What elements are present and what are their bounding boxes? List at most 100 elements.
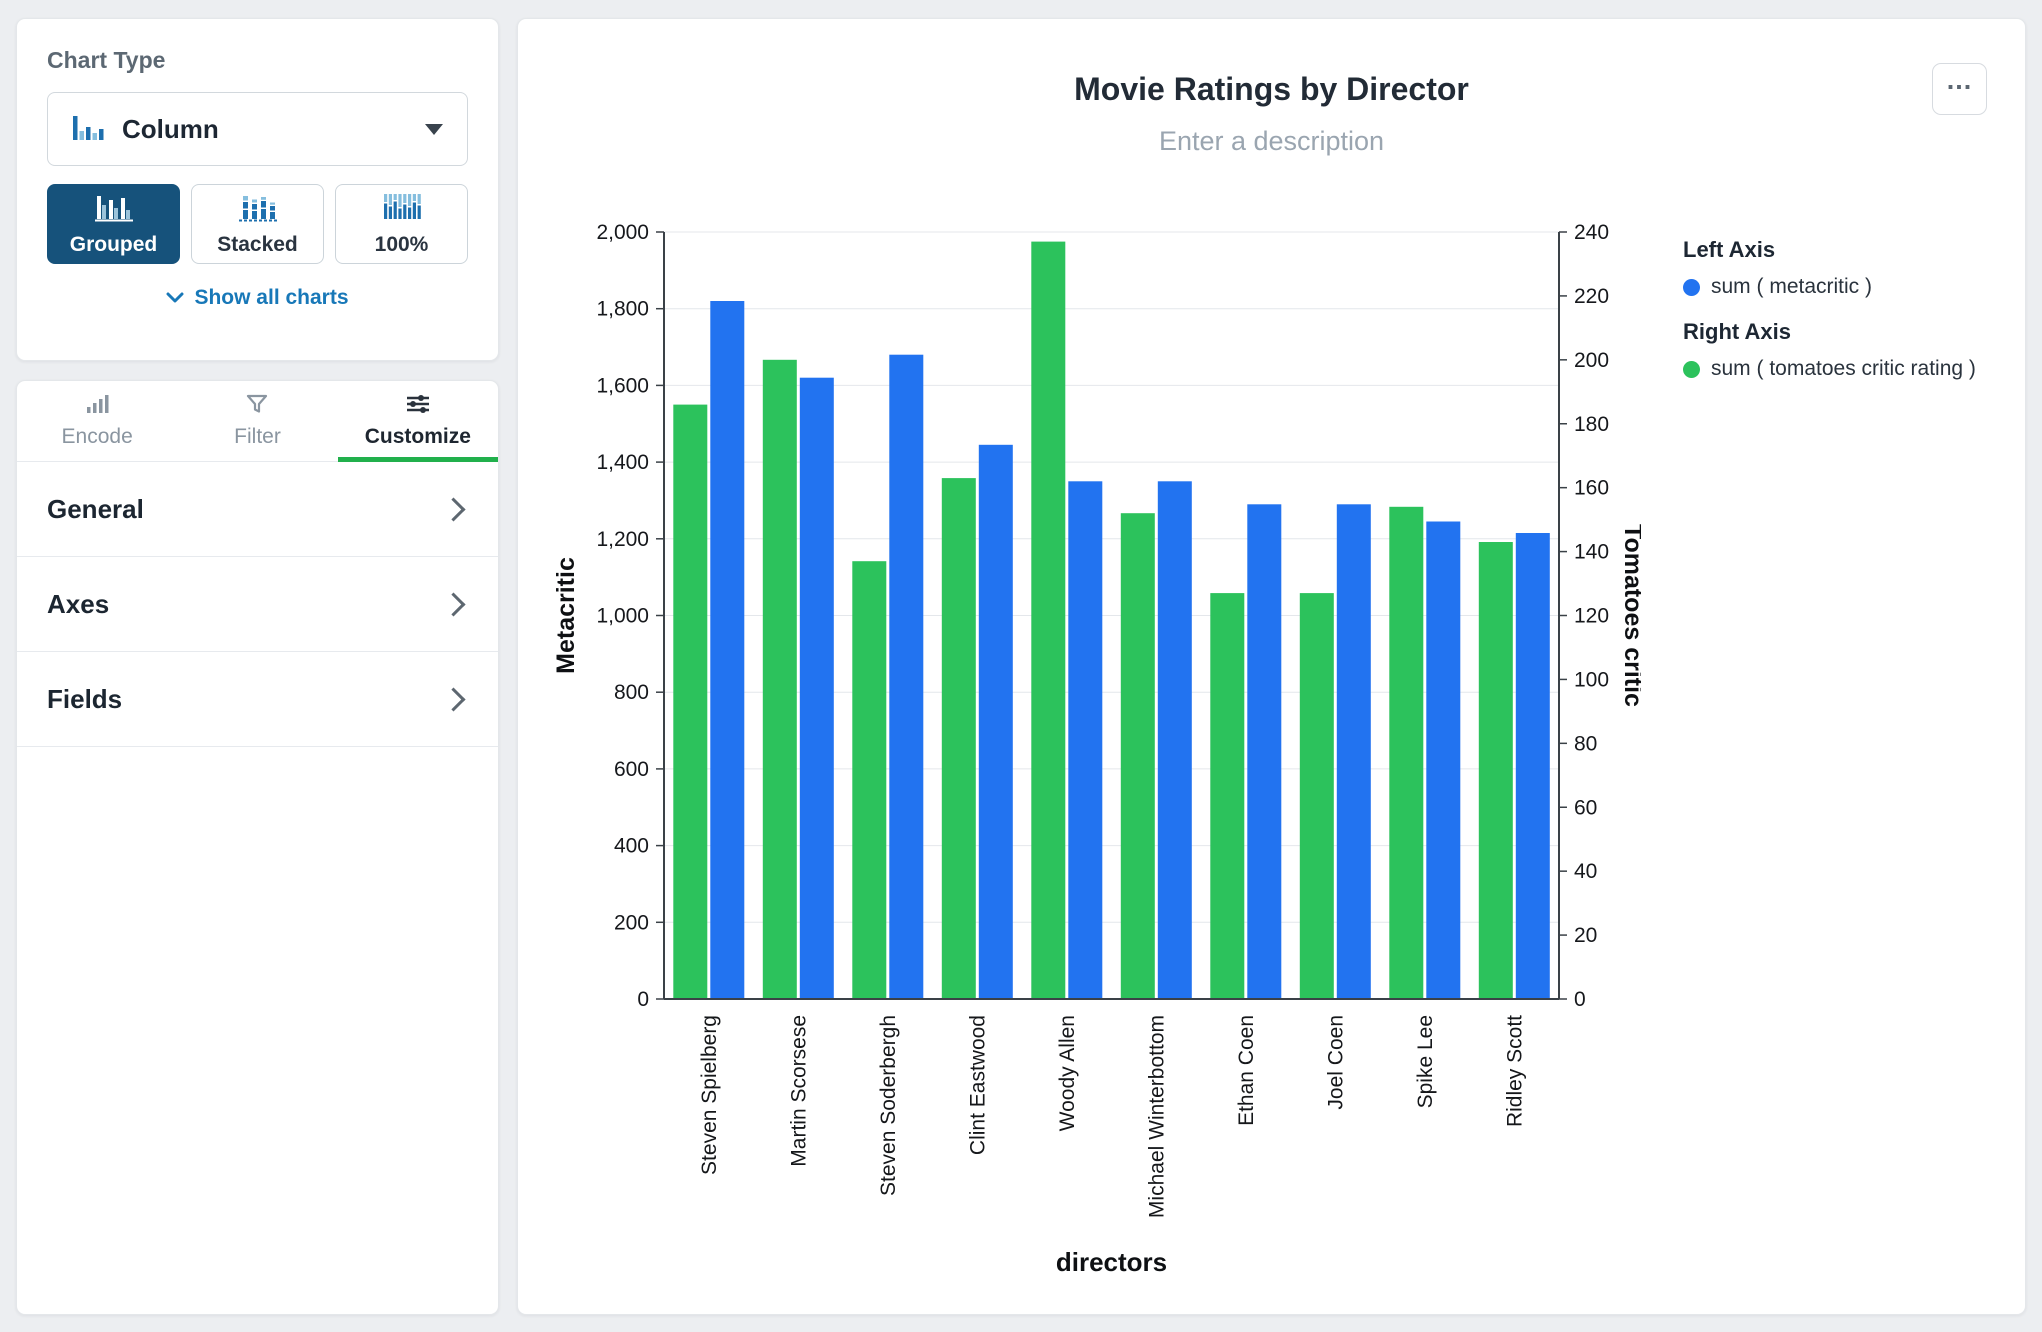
bar-right[interactable] xyxy=(941,478,976,1000)
tab-customize[interactable]: Customize xyxy=(337,381,499,462)
tab-filter-label: Filter xyxy=(234,424,281,448)
svg-text:220: 220 xyxy=(1574,285,1609,308)
svg-text:Martin Scorsese: Martin Scorsese xyxy=(787,1015,810,1167)
stacked-bars-icon xyxy=(238,192,277,228)
bar-left[interactable] xyxy=(1068,481,1103,999)
bar-right[interactable] xyxy=(1210,593,1245,999)
chart-type-value: Column xyxy=(122,113,219,144)
svg-text:80: 80 xyxy=(1574,732,1597,755)
bar-left[interactable] xyxy=(799,377,834,999)
svg-text:800: 800 xyxy=(614,681,649,704)
chevron-right-icon xyxy=(441,496,466,522)
legend-item-metacritic: sum ( metacritic ) xyxy=(1683,275,2018,299)
chart-menu-button[interactable]: ... xyxy=(1932,63,1987,115)
bar-right[interactable] xyxy=(1120,513,1155,999)
svg-text:Ridley Scott: Ridley Scott xyxy=(1503,1015,1526,1127)
svg-text:60: 60 xyxy=(1574,796,1597,819)
subtype-100-button[interactable]: 100% xyxy=(335,184,468,264)
subtype-stacked-label: Stacked xyxy=(217,232,298,256)
svg-text:Michael Winterbottom: Michael Winterbottom xyxy=(1145,1015,1168,1218)
chart-panel: Movie Ratings by Director Enter a descri… xyxy=(517,18,2026,1315)
chart-type-dropdown[interactable]: Column xyxy=(47,92,468,166)
svg-text:160: 160 xyxy=(1574,477,1609,500)
sliders-icon xyxy=(406,394,430,420)
svg-text:Steven Spielberg: Steven Spielberg xyxy=(698,1015,721,1175)
section-general-label: General xyxy=(47,493,144,524)
section-axes-label: Axes xyxy=(47,588,110,619)
svg-text:1,800: 1,800 xyxy=(596,298,649,321)
legend-left-dot xyxy=(1683,278,1700,296)
show-all-charts-label: Show all charts xyxy=(194,286,349,309)
subtype-grouped-button[interactable]: Grouped xyxy=(47,184,180,264)
svg-text:600: 600 xyxy=(614,758,649,781)
svg-text:Metacritic: Metacritic xyxy=(552,557,580,674)
bar-right[interactable] xyxy=(673,404,708,1000)
bar-left[interactable] xyxy=(1157,481,1192,999)
svg-text:Spike Lee: Spike Lee xyxy=(1414,1015,1437,1108)
subtype-grouped-label: Grouped xyxy=(69,232,158,256)
section-axes[interactable]: Axes xyxy=(17,557,498,652)
percent-bars-icon xyxy=(382,192,422,228)
svg-text:Tomatoes critic: Tomatoes critic xyxy=(1619,524,1641,707)
svg-text:1,200: 1,200 xyxy=(596,528,649,551)
bar-left[interactable] xyxy=(1426,521,1461,1000)
svg-text:400: 400 xyxy=(614,835,649,858)
svg-text:Joel Coen: Joel Coen xyxy=(1324,1015,1347,1110)
svg-text:200: 200 xyxy=(614,911,649,934)
section-fields-label: Fields xyxy=(47,683,123,714)
svg-text:20: 20 xyxy=(1574,924,1597,947)
svg-text:180: 180 xyxy=(1574,413,1609,436)
svg-text:Ethan Coen: Ethan Coen xyxy=(1235,1015,1258,1126)
chart-title[interactable]: Movie Ratings by Director xyxy=(518,71,2025,108)
svg-text:1,400: 1,400 xyxy=(596,451,649,474)
svg-text:Clint Eastwood: Clint Eastwood xyxy=(966,1015,989,1155)
chevron-right-icon xyxy=(441,686,466,712)
show-all-charts-link[interactable]: Show all charts xyxy=(47,286,468,310)
chart-legend: Left Axis sum ( metacritic ) Right Axis … xyxy=(1683,237,2018,401)
tab-encode[interactable]: Encode xyxy=(17,381,177,461)
svg-text:1,600: 1,600 xyxy=(596,374,649,397)
bar-right[interactable] xyxy=(1389,506,1424,999)
bar-right[interactable] xyxy=(762,359,797,999)
tab-customize-label: Customize xyxy=(364,424,471,448)
chart-description-placeholder[interactable]: Enter a description xyxy=(518,126,2025,157)
customize-panel: Encode Filter Customize General Axes Fie… xyxy=(16,380,499,1315)
legend-left-axis-heading: Left Axis xyxy=(1683,237,1776,262)
svg-text:0: 0 xyxy=(637,988,649,1011)
bar-left[interactable] xyxy=(1247,504,1282,999)
bar-left[interactable] xyxy=(1515,533,1550,999)
svg-text:2,000: 2,000 xyxy=(596,221,649,244)
svg-text:120: 120 xyxy=(1574,605,1609,628)
svg-text:200: 200 xyxy=(1574,349,1609,372)
svg-text:40: 40 xyxy=(1574,860,1597,883)
grouped-bars-icon xyxy=(94,192,133,228)
section-general[interactable]: General xyxy=(17,462,498,557)
bar-right[interactable] xyxy=(1031,241,1066,1000)
bar-left[interactable] xyxy=(710,301,745,999)
chart-type-panel: Chart Type Column Grouped Stacked 100% S… xyxy=(16,18,499,361)
legend-right-axis-heading: Right Axis xyxy=(1683,319,1791,344)
legend-right-label: sum ( tomatoes critic rating ) xyxy=(1711,357,1976,380)
tab-filter[interactable]: Filter xyxy=(177,381,337,461)
subtype-stacked-button[interactable]: Stacked xyxy=(191,184,324,264)
bar-right[interactable] xyxy=(1478,542,1513,999)
bar-left[interactable] xyxy=(1336,504,1371,999)
svg-text:1,000: 1,000 xyxy=(596,605,649,628)
section-fields[interactable]: Fields xyxy=(17,652,498,747)
chart-type-heading: Chart Type xyxy=(47,47,166,73)
chart-subtype-group: Grouped Stacked 100% xyxy=(47,184,468,264)
legend-item-tomatoes: sum ( tomatoes critic rating ) xyxy=(1683,357,2018,381)
bar-right[interactable] xyxy=(852,561,887,999)
chevron-down-icon xyxy=(166,286,184,310)
bar-left[interactable] xyxy=(978,444,1013,999)
legend-right-dot xyxy=(1683,360,1700,378)
chart-plot[interactable]: 0 200 400 600 800 1,000 1,200 1,400 1,600 1,800 2,… xyxy=(544,217,1647,1306)
panel-tabs: Encode Filter Customize xyxy=(17,381,499,462)
bar-right[interactable] xyxy=(1299,593,1334,999)
chevron-right-icon xyxy=(441,591,466,617)
svg-text:0: 0 xyxy=(1574,988,1586,1011)
funnel-icon xyxy=(246,394,268,420)
bar-left[interactable] xyxy=(889,354,924,999)
column-chart-icon xyxy=(72,112,104,147)
subtype-100-label: 100% xyxy=(374,232,429,256)
